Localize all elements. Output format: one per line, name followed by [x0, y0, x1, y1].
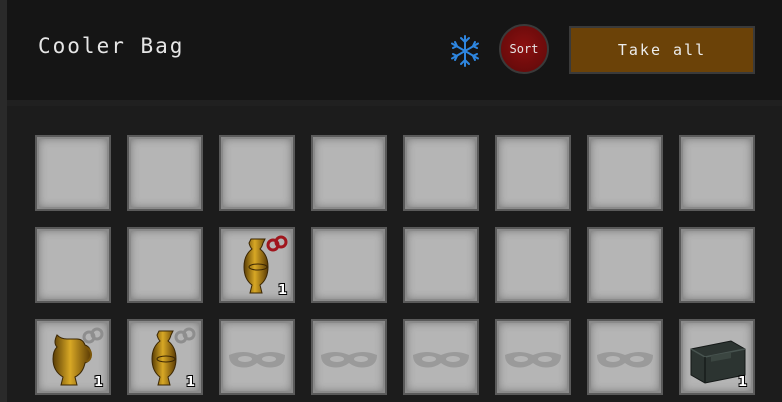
inventory-slot[interactable] [219, 319, 295, 395]
inventory-slot[interactable] [587, 319, 663, 395]
mask-icon [229, 352, 285, 368]
inventory-slot[interactable] [219, 135, 295, 211]
inventory-slot[interactable] [35, 135, 111, 211]
item-quantity: 1 [737, 375, 747, 390]
mask-icon [321, 352, 377, 368]
inventory-slot[interactable] [403, 227, 479, 303]
item-quantity: 1 [185, 375, 195, 390]
container-header: Cooler Bag Sort Take all [7, 0, 782, 106]
inventory-slot[interactable]: 1 [127, 319, 203, 395]
inventory-slot[interactable] [127, 227, 203, 303]
inventory-slot[interactable] [35, 227, 111, 303]
inventory-slot[interactable] [403, 319, 479, 395]
inventory-slot[interactable] [495, 319, 571, 395]
item-quantity: 1 [93, 375, 103, 390]
inventory-slot[interactable] [495, 135, 571, 211]
inventory-slot[interactable]: 1 [219, 227, 295, 303]
inventory-slot[interactable] [679, 227, 755, 303]
sort-button[interactable]: Sort [499, 24, 549, 74]
inventory-slot[interactable] [311, 319, 387, 395]
container-title: Cooler Bag [38, 34, 185, 58]
left-edge-bar [0, 0, 7, 402]
inventory-slot[interactable] [587, 227, 663, 303]
mask-icon [505, 352, 561, 368]
inventory-slot[interactable]: 1 [679, 319, 755, 395]
inventory-slot[interactable] [495, 227, 571, 303]
inventory-slot[interactable] [127, 135, 203, 211]
inventory-slot[interactable] [403, 135, 479, 211]
inventory-slot[interactable] [311, 227, 387, 303]
take-all-button[interactable]: Take all [569, 26, 755, 74]
snowflake-icon[interactable] [447, 33, 483, 69]
inventory-slot[interactable] [587, 135, 663, 211]
inventory-slot[interactable]: 1 [35, 319, 111, 395]
inventory-slot[interactable] [679, 135, 755, 211]
mask-icon [597, 352, 653, 368]
inventory-slot[interactable] [311, 135, 387, 211]
mask-icon [413, 352, 469, 368]
item-quantity: 1 [277, 283, 287, 298]
